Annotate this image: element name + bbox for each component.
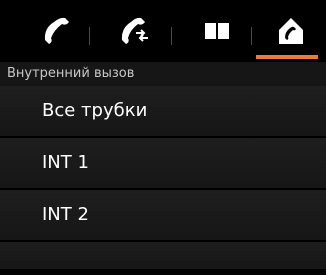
active-tab-indicator — [256, 55, 318, 59]
tab-transfer[interactable] — [95, 0, 176, 62]
tab-bar — [0, 0, 326, 62]
handset-screen: Внутренний вызов Все трубки INT 1 INT 2 — [0, 0, 326, 275]
section-header: Внутренний вызов — [0, 62, 326, 86]
call-transfer-icon — [120, 16, 152, 46]
phonebook-icon — [204, 20, 230, 42]
internal-list: Все трубки INT 1 INT 2 — [0, 86, 326, 269]
list-item-int-1[interactable]: INT 1 — [0, 138, 326, 190]
tab-internal[interactable] — [250, 0, 326, 62]
tab-separator — [89, 27, 90, 45]
list-item-all-handsets[interactable]: Все трубки — [0, 86, 326, 138]
tab-phonebook[interactable] — [176, 0, 257, 62]
list-item-int-2[interactable]: INT 2 — [0, 190, 326, 242]
internal-call-icon — [277, 16, 305, 46]
handset-icon — [42, 16, 70, 46]
tab-calls[interactable] — [15, 0, 96, 62]
tab-separator — [171, 27, 172, 45]
list-item-empty — [0, 242, 326, 269]
